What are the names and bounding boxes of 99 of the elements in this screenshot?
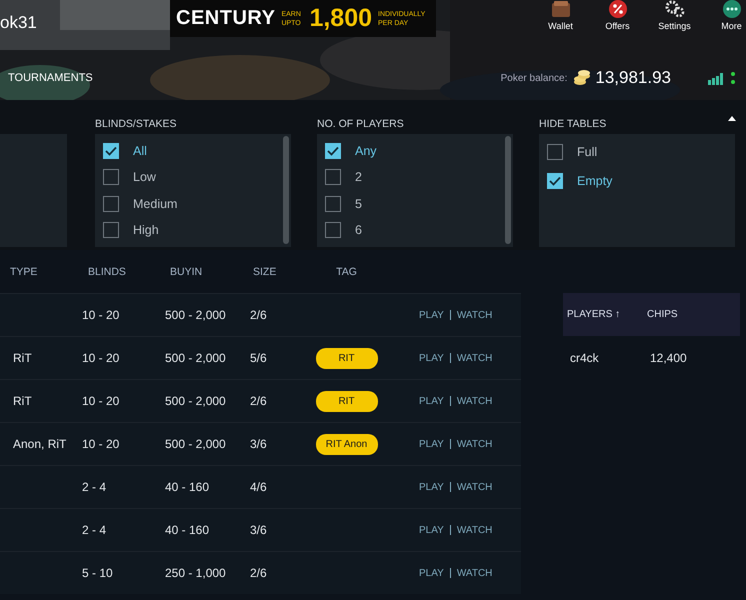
option-label: Empty [577, 174, 612, 188]
table-cell-text: 2 - 4 [81, 523, 108, 537]
tag-badge: RIT Anon [316, 434, 378, 454]
play-link[interactable]: PLAY [419, 524, 444, 536]
table-cell-text: 40 - 160 [164, 480, 210, 494]
column-header[interactable]: PLAYERS ↑ [563, 309, 643, 320]
watch-link[interactable]: WATCH [456, 396, 492, 406]
table-cell-text: Anon, RiT [12, 437, 68, 451]
checkbox[interactable] [325, 143, 341, 160]
filter-title: NO. OF PLAYERS [317, 117, 404, 132]
table-row[interactable]: RiT 10 - 20 500 - 2,000 5/6 RIT PLAY WATCH [0, 336, 521, 379]
wallet-icon [550, 0, 570, 18]
checkbox[interactable] [547, 144, 563, 160]
collapse-icon[interactable] [728, 116, 736, 121]
filter-title: BLINDS/STAKES [95, 117, 176, 132]
more-icon [722, 0, 740, 18]
table-cell-text: 500 - 2,000 [164, 308, 227, 322]
table-cell-text: 250 - 1,000 [164, 566, 227, 580]
watch-link[interactable]: WATCH [456, 482, 492, 492]
option-label: Any [355, 144, 377, 158]
play-link[interactable]: PLAY [419, 482, 444, 492]
table-cell-text: 500 - 2,000 [164, 394, 227, 408]
banner-brand: CENTURY [176, 7, 276, 30]
table-cell-text: 10 - 20 [81, 394, 120, 408]
player-name: cr4ck [569, 350, 600, 364]
nav-button[interactable]: Wallet [538, 0, 583, 31]
watch-link[interactable]: WATCH [456, 352, 492, 364]
column-header[interactable]: TYPE [0, 266, 78, 278]
table-cell-text: 500 - 2,000 [164, 351, 227, 365]
table-cell-text: 10 - 20 [81, 437, 120, 451]
table-row[interactable]: RiT 10 - 20 500 - 2,000 2/6 RIT PLAY WATCH [0, 379, 521, 422]
play-link[interactable]: PLAY [419, 352, 444, 364]
checkbox[interactable] [325, 169, 341, 186]
table-cell-text: 10 - 20 [81, 308, 120, 322]
option-label: 5 [355, 196, 362, 211]
column-header[interactable]: SIZE [243, 266, 300, 278]
table-cell-text: 2/6 [249, 566, 268, 580]
nav-button[interactable]: Settings [652, 0, 697, 31]
table-cell-text: 5 - 10 [81, 566, 114, 580]
table-row[interactable]: 2 - 4 40 - 160 4/6 PLAY WATCH [0, 465, 521, 508]
checkbox[interactable] [103, 196, 119, 212]
banner-amount: 1,800 [309, 4, 372, 33]
table-cell-text: 10 - 20 [81, 351, 120, 365]
table-cell-text: 4/6 [249, 480, 268, 494]
settings-icon [664, 0, 684, 18]
column-header[interactable]: BUYIN [160, 266, 243, 278]
checkbox[interactable] [325, 196, 341, 212]
tag-badge: RIT [316, 390, 378, 412]
scrollbar[interactable] [283, 136, 289, 244]
signal-icon [708, 71, 738, 85]
username: ok31 [0, 13, 38, 33]
option-label: 6 [355, 222, 362, 237]
table-cell-text: 500 - 2,000 [164, 437, 227, 451]
watch-link[interactable]: WATCH [456, 310, 492, 320]
option-label: Full [577, 145, 598, 160]
checkbox[interactable] [547, 172, 563, 189]
table-row[interactable]: 10 - 20 500 - 2,000 2/6 PLAY WATCH [0, 293, 521, 336]
table-cell-text: 40 - 160 [164, 523, 210, 537]
player-chips: 12,400 [643, 350, 733, 364]
percent-icon [608, 0, 626, 18]
checkbox[interactable] [103, 222, 119, 238]
balance-label: Poker balance: [500, 72, 568, 84]
option-label: All [133, 144, 147, 158]
table-cell-text: RiT [12, 394, 33, 408]
column-header[interactable]: CHIPS [643, 309, 733, 320]
table-row[interactable]: 5 - 10 250 - 1,000 2/6 PLAY WATCH [0, 551, 521, 594]
tag-badge: RIT [316, 348, 378, 368]
column-header[interactable]: BLINDS [78, 266, 160, 278]
table-cell-text: 2/6 [249, 394, 268, 408]
watch-link[interactable]: WATCH [456, 524, 492, 536]
option-label: Medium [133, 196, 178, 211]
play-link[interactable]: PLAY [419, 438, 444, 450]
coins-icon [573, 70, 592, 86]
play-link[interactable]: PLAY [419, 396, 444, 406]
option-label: 2 [355, 170, 362, 184]
watch-link[interactable]: WATCH [456, 438, 492, 450]
tournaments-tab[interactable]: TOURNAMENTS [8, 72, 93, 84]
table-cell-text: RiT [12, 351, 33, 365]
nav-button[interactable]: More [709, 0, 746, 31]
column-header[interactable]: TAG [300, 266, 393, 278]
option-label: Low [133, 170, 156, 184]
table-cell-text: 3/6 [249, 437, 268, 451]
table-cell-text: 2 - 4 [81, 480, 108, 494]
checkbox[interactable] [103, 169, 119, 186]
checkbox[interactable] [325, 222, 341, 238]
scrollbar[interactable] [505, 136, 511, 244]
table-row[interactable]: 2 - 4 40 - 160 3/6 PLAY WATCH [0, 508, 521, 551]
play-link[interactable]: PLAY [419, 310, 444, 320]
table-cell-text: 3/6 [249, 523, 268, 537]
play-link[interactable]: PLAY [419, 568, 444, 578]
option-label: High [133, 222, 159, 237]
balance-amount: 13,981.93 [595, 68, 671, 88]
filter-title: HIDE TABLES [539, 117, 606, 132]
table-row[interactable]: Anon, RiT 10 - 20 500 - 2,000 3/6 RIT Anon PLAY WATCH [0, 422, 521, 465]
nav-button[interactable]: Offers [595, 0, 640, 31]
table-cell-text: 5/6 [249, 351, 268, 365]
watch-link[interactable]: WATCH [456, 568, 492, 578]
checkbox[interactable] [103, 143, 119, 160]
table-cell-text: 2/6 [249, 308, 268, 322]
